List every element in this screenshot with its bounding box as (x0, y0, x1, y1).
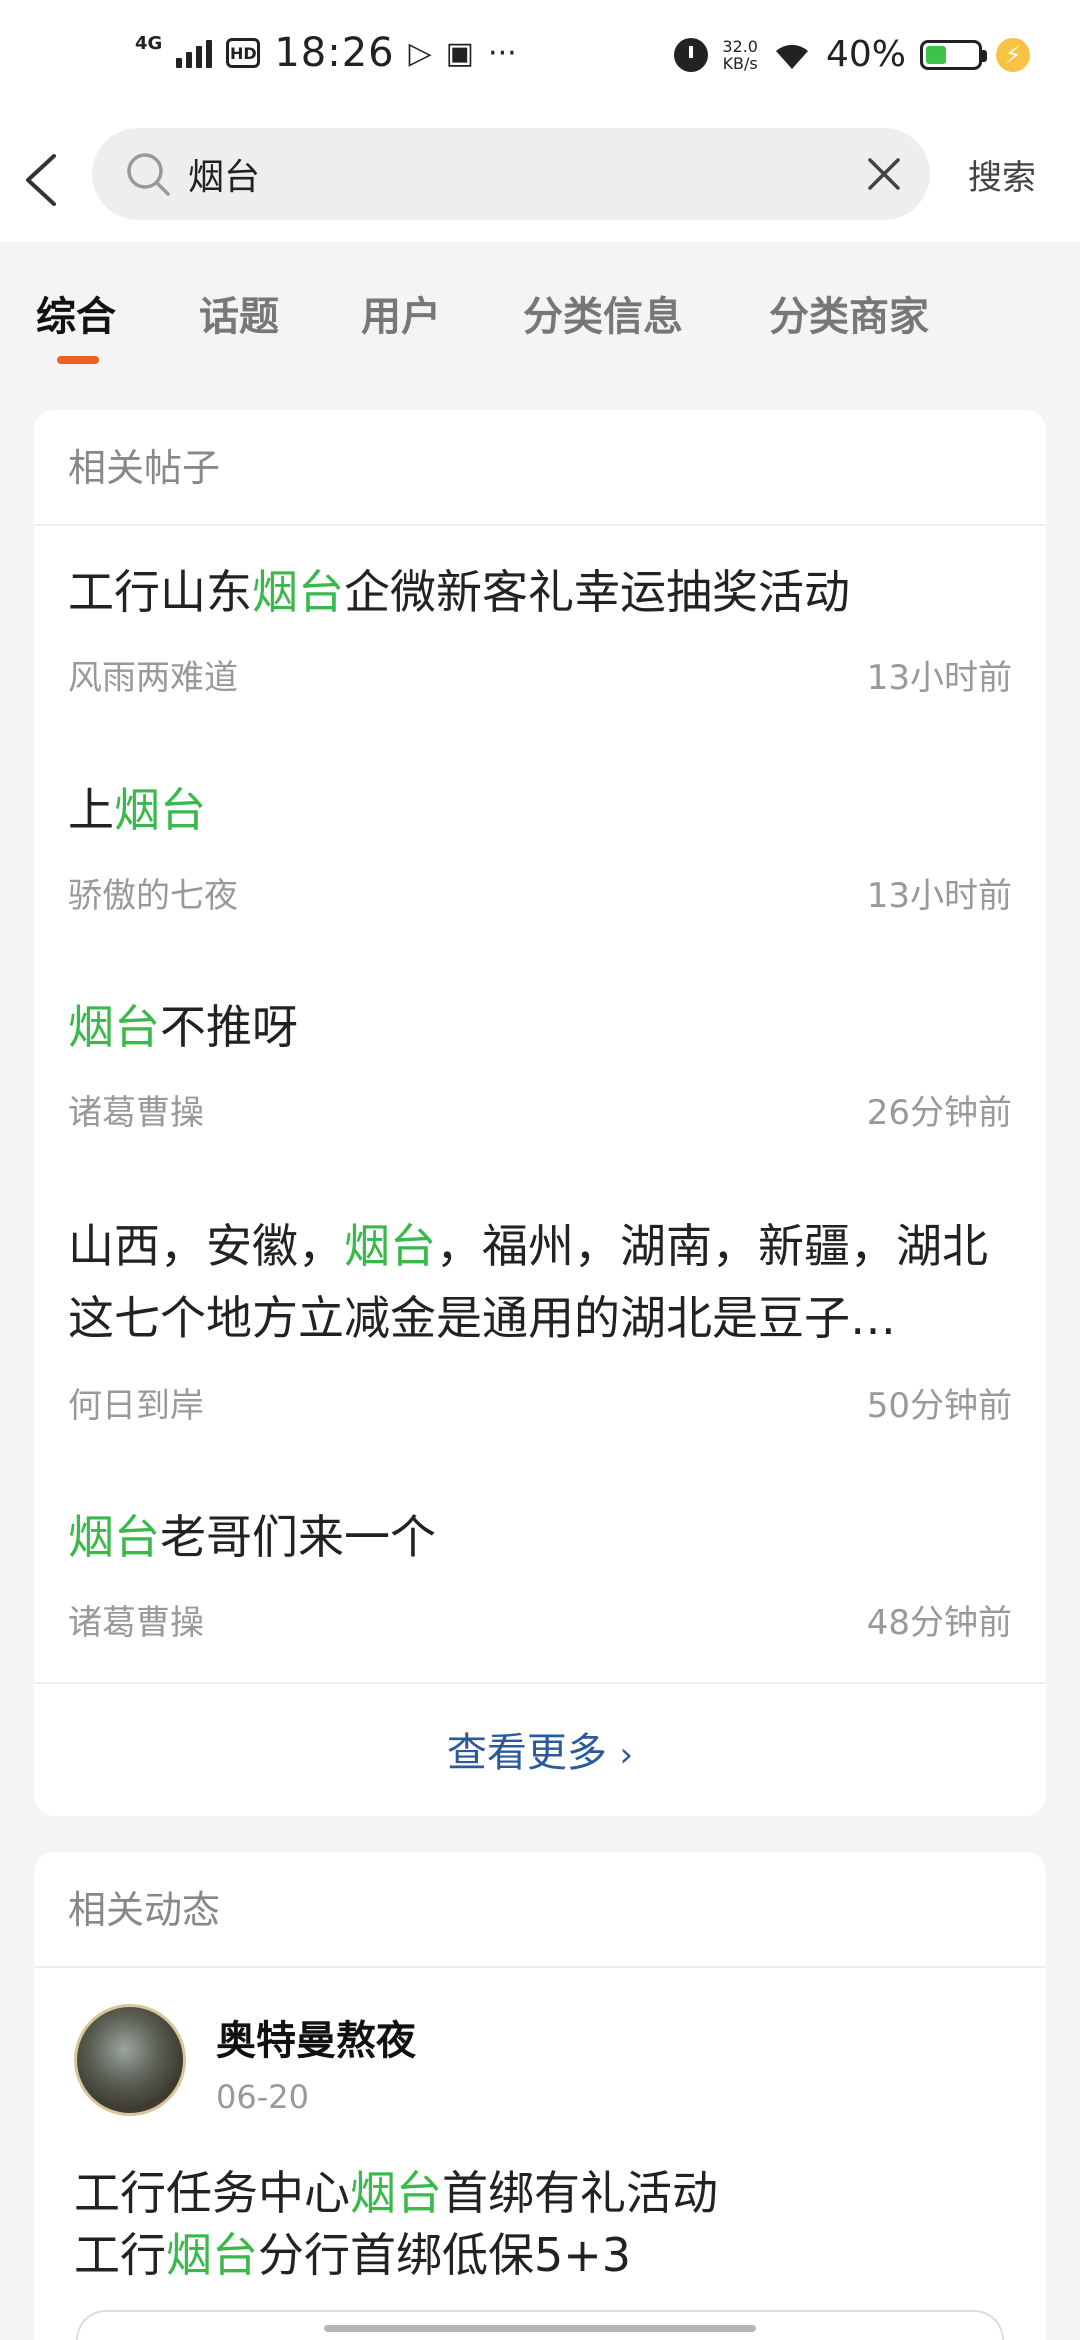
post-title-highlight: 烟台 (344, 1219, 436, 1273)
post-author: 诸葛曹操 (68, 1093, 204, 1133)
signal-icon (176, 38, 213, 68)
post-item[interactable]: 烟台不推呀 诸葛曹操 26分钟前 (34, 991, 1046, 1161)
post-title-text: 工行山东 (68, 565, 252, 619)
post-time: 13小时前 (866, 876, 1012, 916)
status-right: 32.0 KB/s 40% ⚡ (674, 34, 1030, 75)
more-notifications: ··· (488, 35, 517, 71)
section-title: 相关动态 (34, 1852, 1046, 1968)
dynamic-text: 首绑有礼活动 (442, 2166, 718, 2220)
dynamic-text-line: 工行烟台分行首绑低保5+3 (74, 2224, 631, 2286)
post-title-text: 山西，安徽， (68, 1219, 344, 1273)
view-more-link[interactable]: 查看更多 › (34, 1720, 1046, 1778)
post-item[interactable]: 烟台老哥们来一个 诸葛曹操 48分钟前 (34, 1501, 1046, 1671)
app-notification-icon: ▣ (445, 35, 475, 71)
hd-icon: HD (226, 38, 261, 68)
tab-topics[interactable]: 话题 (199, 284, 279, 342)
avatar[interactable] (74, 2004, 186, 2116)
network-type: 4G (135, 32, 163, 54)
post-title-highlight: 烟台 (68, 1000, 160, 1054)
post-title: 工行山东烟台企微新客礼幸运抽奖活动 (68, 556, 1018, 628)
post-item[interactable]: 山西，安徽，烟台，福州，湖南，新疆，湖北这七个地方立减金是通用的湖北是豆子… 何… (34, 1210, 1046, 1460)
post-author: 风雨两难道 (68, 658, 238, 698)
chevron-right-icon: › (619, 1735, 634, 1775)
post-time: 50分钟前 (866, 1386, 1012, 1426)
search-icon (127, 153, 170, 196)
tab-users[interactable]: 用户 (361, 284, 441, 342)
post-title: 山西，安徽，烟台，福州，湖南，新疆，湖北这七个地方立减金是通用的湖北是豆子… (68, 1210, 1018, 1354)
related-dynamics-card: 相关动态 奥特曼熬夜 06-20 工行任务中心烟台首绑有礼活动 工行烟台分行首绑… (34, 1852, 1046, 2340)
post-title: 烟台不推呀 (68, 991, 1018, 1063)
post-time: 26分钟前 (866, 1093, 1012, 1133)
post-title-text: 老哥们来一个 (160, 1510, 436, 1564)
play-icon: ▷ (408, 35, 432, 71)
post-item[interactable]: 工行山东烟台企微新客礼幸运抽奖活动 风雨两难道 13小时前 (34, 556, 1046, 726)
tab-comprehensive[interactable]: 综合 (36, 284, 116, 342)
chevron-left-icon (26, 154, 56, 206)
dynamic-item[interactable]: 奥特曼熬夜 06-20 工行任务中心烟台首绑有礼活动 工行烟台分行首绑低保5+3 (34, 1968, 1046, 2340)
battery-percent: 40% (825, 34, 906, 75)
search-bar[interactable] (92, 128, 930, 220)
post-time: 48分钟前 (866, 1603, 1012, 1643)
post-item[interactable]: 上烟台 骄傲的七夜 13小时前 (34, 774, 1046, 944)
post-title: 烟台老哥们来一个 (68, 1501, 1018, 1573)
dynamic-text: 分行首绑低保5+3 (258, 2228, 632, 2282)
dynamic-text: 工行任务中心 (74, 2166, 350, 2220)
post-author: 诸葛曹操 (68, 1603, 204, 1643)
post-title-text: 企微新客礼幸运抽奖活动 (344, 565, 850, 619)
dynamic-text-highlight: 烟台 (350, 2166, 442, 2220)
status-bar: 4G HD 18:26 ▷ ▣ ··· 32.0 KB/s 40% ⚡ (0, 0, 1080, 120)
post-author: 何日到岸 (68, 1386, 204, 1426)
post-time: 13小时前 (866, 658, 1012, 698)
tab-bar: 综合 话题 用户 分类信息 分类商家 (0, 242, 1080, 382)
close-icon[interactable] (860, 150, 908, 198)
search-input[interactable] (188, 128, 828, 220)
tab-active-indicator (57, 356, 99, 364)
alarm-icon (674, 37, 709, 72)
dynamic-text: 工行 (74, 2228, 166, 2282)
network-speed: 32.0 KB/s (722, 38, 758, 72)
clock-time: 18:26 (274, 30, 395, 76)
dynamic-text-highlight: 烟台 (166, 2228, 258, 2282)
post-title-text: 上 (68, 783, 114, 837)
network-speed-value: 32.0 (722, 36, 758, 56)
home-indicator[interactable] (324, 2325, 756, 2332)
search-button[interactable]: 搜索 (968, 150, 1036, 199)
status-left: 4G HD 18:26 ▷ ▣ ··· (135, 30, 517, 76)
back-button[interactable] (18, 138, 78, 218)
section-title: 相关帖子 (34, 410, 1046, 526)
post-author: 骄傲的七夜 (68, 876, 238, 916)
post-title-text: 不推呀 (160, 1000, 298, 1054)
related-posts-card: 相关帖子 工行山东烟台企微新客礼幸运抽奖活动 风雨两难道 13小时前 上烟台 骄… (34, 410, 1046, 1816)
post-title-highlight: 烟台 (68, 1510, 160, 1564)
post-date: 06-20 (216, 2078, 309, 2116)
network-speed-unit: KB/s (722, 53, 758, 73)
username[interactable]: 奥特曼熬夜 (216, 2008, 416, 2066)
post-title-highlight: 烟台 (114, 783, 206, 837)
wifi-icon (775, 44, 808, 69)
post-title-highlight: 烟台 (252, 565, 344, 619)
charging-icon: ⚡ (996, 37, 1030, 72)
tab-classified-info[interactable]: 分类信息 (523, 284, 683, 342)
search-header: 搜索 (0, 120, 1080, 242)
view-more-label: 查看更多 (446, 1730, 607, 1776)
dynamic-text-line: 工行任务中心烟台首绑有礼活动 (74, 2162, 718, 2224)
tab-classified-merchants[interactable]: 分类商家 (769, 284, 929, 342)
battery-icon (920, 39, 987, 70)
divider (34, 1682, 1046, 1684)
post-title: 上烟台 (68, 774, 1018, 846)
